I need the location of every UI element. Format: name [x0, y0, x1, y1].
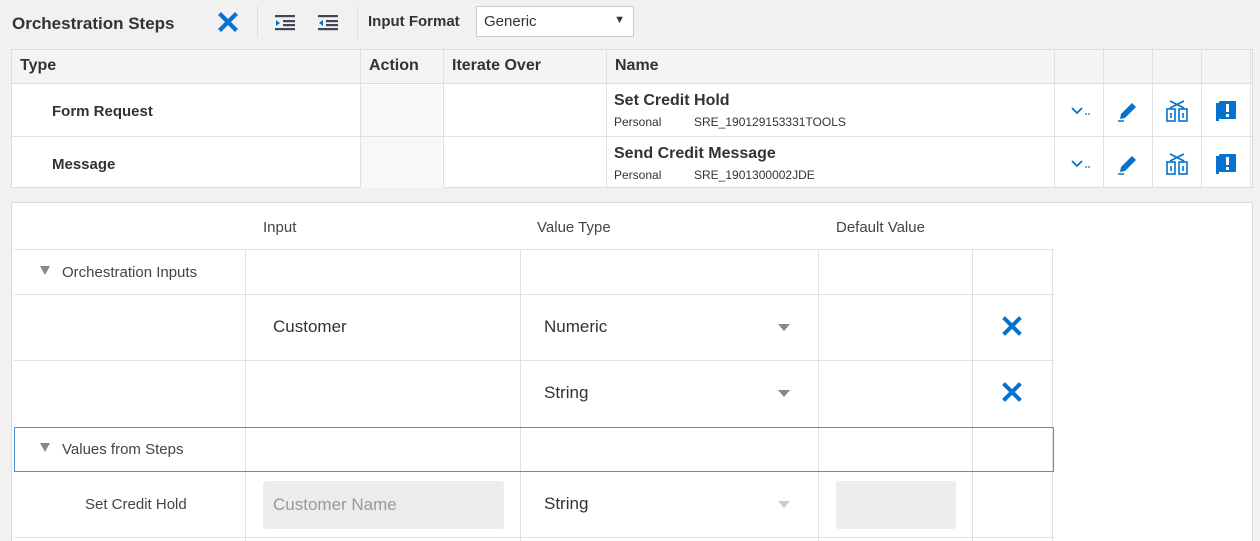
transform-icon	[1166, 100, 1188, 122]
input-name-field: Customer Name	[263, 481, 504, 529]
dropdown-arrow-icon	[778, 501, 790, 508]
grid-line	[12, 136, 1252, 137]
expand-step-button[interactable]	[1067, 96, 1097, 126]
chevron-down-icon	[1071, 160, 1090, 168]
grid-line	[1250, 50, 1251, 188]
step-type: Form Request	[52, 103, 153, 120]
grid-line	[14, 360, 1054, 361]
alert-icon	[1216, 101, 1236, 121]
column-header-iterate-over: Iterate Over	[452, 57, 541, 74]
column-header-action: Action	[369, 57, 419, 74]
grid-line	[1103, 50, 1104, 188]
value-type-select[interactable]: String	[544, 383, 588, 403]
grid-line	[1054, 50, 1055, 188]
indent-icon	[275, 15, 295, 31]
group-orchestration-inputs[interactable]: Orchestration Inputs	[40, 264, 197, 281]
grid-line	[14, 294, 1054, 295]
toolbar-divider	[257, 6, 258, 38]
expand-step-button[interactable]	[1067, 149, 1097, 179]
grid-line	[972, 250, 973, 541]
default-value-field	[836, 481, 956, 529]
delete-step-button[interactable]	[212, 8, 244, 36]
edit-pencil-icon	[1118, 103, 1136, 122]
grid-line	[818, 250, 819, 541]
steps-table: Type Action Iterate Over Name Form Reque…	[11, 49, 1253, 188]
outdent-icon	[318, 15, 338, 31]
grid-line	[360, 50, 361, 188]
grid-line	[520, 250, 521, 541]
grid-line	[443, 50, 444, 188]
dropdown-arrow-icon: ▼	[614, 14, 625, 26]
edit-step-button[interactable]	[1113, 149, 1143, 179]
input-name[interactable]: Customer	[273, 317, 347, 337]
delete-row-icon[interactable]	[1002, 316, 1022, 336]
column-header-value-type: Value Type	[537, 219, 611, 236]
toolbar-divider	[357, 6, 358, 38]
step-type: Message	[52, 156, 116, 173]
collapse-triangle-icon	[40, 443, 50, 452]
outdent-button[interactable]	[312, 8, 344, 36]
chevron-down-icon	[1071, 107, 1090, 115]
input-format-value: Generic	[484, 13, 537, 30]
step-name: Send Credit Message	[614, 145, 776, 162]
input-format-label: Input Format	[368, 13, 460, 30]
orchestration-inputs-panel: Input Value Type Default Value Orchestra…	[11, 202, 1253, 541]
transform-icon	[1166, 153, 1188, 175]
dropdown-arrow-icon[interactable]	[778, 324, 790, 331]
alert-step-button[interactable]	[1211, 96, 1241, 126]
column-header-input: Input	[263, 219, 297, 236]
grid-line	[245, 250, 246, 541]
group-values-from-steps[interactable]: Values from Steps	[40, 441, 183, 458]
grid-line	[14, 249, 1054, 250]
page-title: Orchestration Steps	[12, 14, 175, 33]
step-name: Set Credit Hold	[614, 92, 730, 109]
group-label: Orchestration Inputs	[62, 264, 198, 281]
dropdown-arrow-icon[interactable]	[778, 390, 790, 397]
transform-step-button[interactable]	[1162, 96, 1192, 126]
value-type-select[interactable]: Numeric	[544, 317, 607, 337]
grid-line	[1152, 50, 1153, 188]
grid-line	[1201, 50, 1202, 188]
indent-button[interactable]	[269, 8, 301, 36]
delete-icon	[218, 12, 238, 32]
grid-line	[14, 537, 1054, 538]
value-type-select[interactable]: String	[544, 494, 588, 514]
step-id: SRE_190129153331TOOLS	[694, 115, 846, 129]
step-scope: Personal	[614, 115, 662, 129]
delete-row-icon[interactable]	[1002, 382, 1022, 402]
toolbar: Orchestration Steps Input Format Generic…	[0, 0, 1260, 44]
step-name: Set Credit Hold	[85, 496, 187, 513]
alert-icon	[1216, 154, 1236, 174]
group-label: Values from Steps	[62, 441, 184, 458]
column-header-type: Type	[20, 57, 57, 74]
grid-line	[1052, 250, 1053, 541]
step-id: SRE_1901300002JDE	[694, 168, 815, 182]
collapse-triangle-icon	[40, 266, 50, 275]
transform-step-button[interactable]	[1162, 149, 1192, 179]
step-scope: Personal	[614, 168, 662, 182]
input-format-select[interactable]: Generic ▼	[476, 6, 634, 37]
column-header-name: Name	[615, 57, 659, 74]
edit-pencil-icon	[1118, 156, 1136, 175]
edit-step-button[interactable]	[1113, 96, 1143, 126]
grid-line	[606, 50, 607, 188]
steps-table-header: Type Action Iterate Over Name	[12, 50, 1252, 84]
alert-step-button[interactable]	[1211, 149, 1241, 179]
input-name-placeholder: Customer Name	[273, 495, 397, 514]
column-header-default-value: Default Value	[836, 219, 925, 236]
